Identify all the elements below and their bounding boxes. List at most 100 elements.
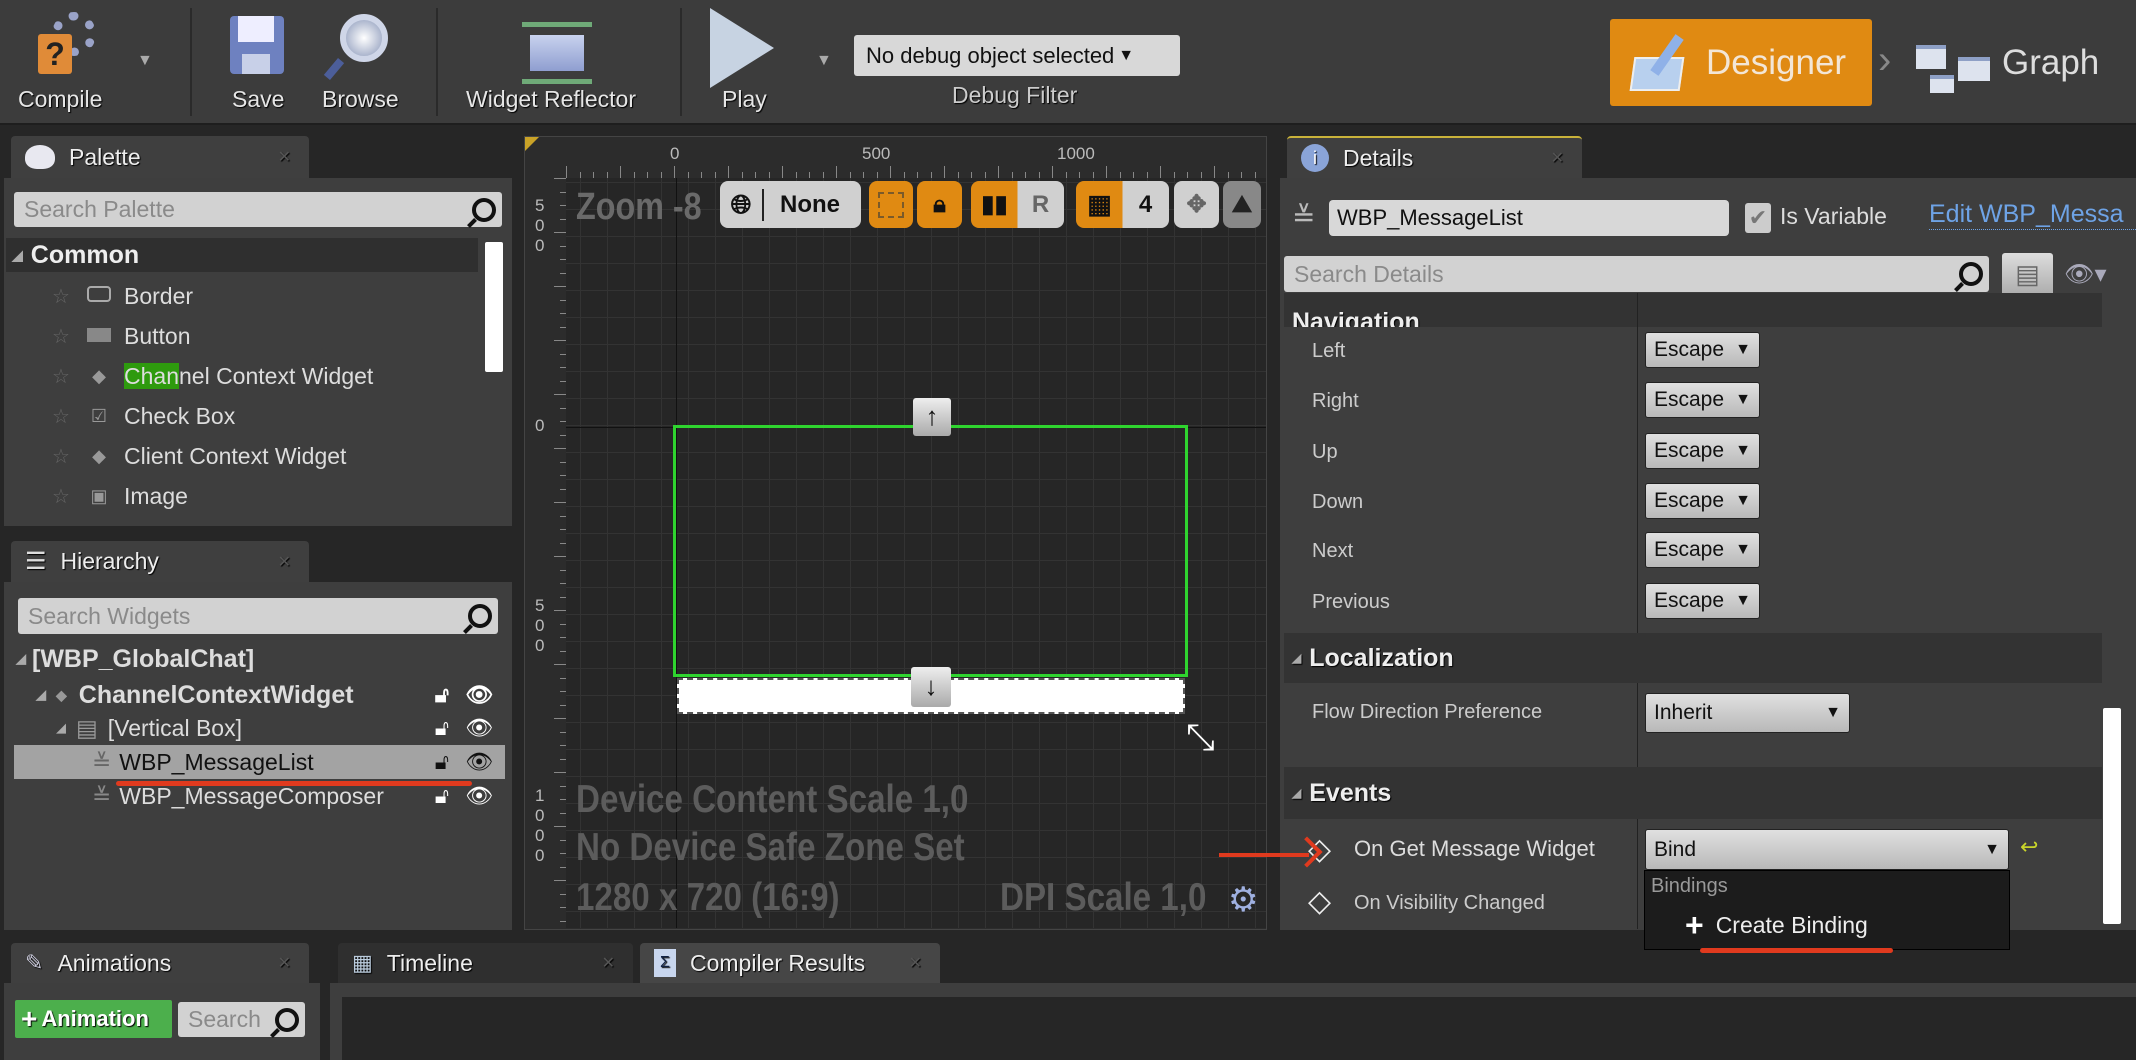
- palette-item-image[interactable]: ☆ ▣ Image: [52, 478, 188, 514]
- ruler-tick: [560, 299, 566, 301]
- add-animation-button[interactable]: + Animation: [15, 1000, 172, 1038]
- move-up-button[interactable]: ↑: [913, 398, 951, 436]
- tab-compiler-results[interactable]: Σ Compiler Results ✕: [640, 943, 940, 983]
- section-events[interactable]: ◢ Events: [1284, 767, 2102, 819]
- ruler-tick: [863, 172, 864, 178]
- reset-to-default-icon[interactable]: ↩: [2020, 834, 2038, 860]
- visibility-eye-icon[interactable]: 👁︎: [465, 715, 493, 741]
- favorite-star-icon[interactable]: ☆: [52, 404, 74, 429]
- visibility-eye-icon[interactable]: 👁︎: [465, 783, 493, 809]
- unlock-icon[interactable]: 🔓︎: [435, 715, 449, 741]
- nav-up-dropdown[interactable]: Escape ▼: [1645, 433, 1760, 469]
- favorite-star-icon[interactable]: ☆: [52, 364, 74, 389]
- unlock-icon[interactable]: 🔓︎: [435, 749, 449, 775]
- favorite-star-icon[interactable]: ☆: [52, 484, 74, 509]
- save-icon: [230, 16, 284, 74]
- unlock-icon[interactable]: 🔓︎: [435, 783, 449, 809]
- tab-timeline[interactable]: ▦ Timeline ✕: [338, 943, 633, 983]
- chevron-down-icon: ▼: [1118, 46, 1135, 64]
- designer-mode-button[interactable]: Designer: [1610, 19, 1872, 106]
- section-navigation[interactable]: Navigation: [1284, 293, 2102, 327]
- category-common[interactable]: ◢ Common: [6, 238, 478, 272]
- palette-scrollbar[interactable]: [485, 242, 503, 372]
- widget-name-input[interactable]: WBP_MessageList: [1329, 200, 1729, 236]
- ruler-tick: [560, 704, 566, 706]
- create-binding-menu-item[interactable]: + Create Binding: [1685, 907, 1868, 944]
- ruler-label: 500: [862, 144, 891, 163]
- column-divider[interactable]: [1637, 293, 1638, 929]
- palette-item-channel-context-widget[interactable]: ☆ ◆ Channel Context Widget: [52, 358, 373, 394]
- palette-item-client-context-widget[interactable]: ☆ ◆ Client Context Widget: [52, 438, 346, 474]
- favorite-star-icon[interactable]: ☆: [52, 284, 74, 309]
- nav-next-dropdown[interactable]: Escape ▼: [1645, 532, 1760, 568]
- move-down-button[interactable]: ↓: [911, 667, 951, 707]
- favorite-star-icon[interactable]: ☆: [52, 444, 74, 469]
- widget-search-input[interactable]: Search Widgets: [18, 598, 498, 634]
- unlock-icon[interactable]: 🔓︎: [435, 682, 449, 708]
- nav-down-dropdown[interactable]: Escape ▼: [1645, 483, 1760, 519]
- nav-right-dropdown[interactable]: Escape ▼: [1645, 382, 1760, 418]
- ruler-tick: [593, 172, 594, 178]
- palette-item-button[interactable]: ☆ Button: [52, 318, 191, 354]
- resize-arrow-icon[interactable]: ⤡: [1186, 716, 1215, 759]
- ruler-tick: [876, 172, 878, 178]
- tab-animations[interactable]: ✎ Animations ✕: [11, 943, 309, 983]
- ruler-tick: [560, 569, 566, 571]
- selected-widget-outline[interactable]: [673, 425, 1188, 677]
- lock-toggle[interactable]: 🔒︎: [917, 181, 962, 228]
- grid-snap-button[interactable]: ▦ 4: [1076, 181, 1169, 228]
- tab-palette[interactable]: Palette ✕: [11, 136, 309, 178]
- browse-button[interactable]: Browse: [318, 8, 408, 118]
- widget-reflector-button[interactable]: Widget Reflector: [464, 8, 654, 118]
- close-tab-icon[interactable]: ✕: [602, 953, 615, 973]
- localization-preview-button[interactable]: 🌐︎ None: [720, 181, 861, 228]
- edit-widget-link[interactable]: Edit WBP_Messa: [1929, 200, 2136, 230]
- expand-triangle-icon: ◢: [16, 651, 26, 666]
- tree-row-wbp-messagecomposer[interactable]: ≚ WBP_MessageComposer 🔓︎ 👁︎: [14, 779, 505, 813]
- flow-direction-dropdown[interactable]: Inherit ▼: [1645, 693, 1850, 733]
- checkbox-icon: ☑: [90, 405, 108, 426]
- ruler-tick: [836, 166, 837, 178]
- close-tab-icon[interactable]: ✕: [278, 147, 291, 167]
- zoom-to-fit-button[interactable]: ✥: [1174, 181, 1219, 228]
- visibility-eye-icon[interactable]: 👁︎: [465, 682, 493, 708]
- tab-hierarchy[interactable]: ☰ Hierarchy ✕: [11, 541, 309, 582]
- animation-search-input[interactable]: Search: [178, 1002, 305, 1037]
- tab-details[interactable]: i Details ✕: [1287, 136, 1582, 178]
- view-options-grid-button[interactable]: ▤: [2002, 253, 2053, 297]
- ruler-label: 500: [535, 596, 545, 655]
- compile-button[interactable]: ? Compile: [14, 8, 114, 118]
- play-options-chevron-icon[interactable]: ▼: [816, 52, 832, 70]
- palette-search-input[interactable]: Search Palette: [14, 192, 502, 227]
- is-variable-checkbox[interactable]: ✔: [1745, 203, 1771, 233]
- background-image-button[interactable]: ⛰︎: [1223, 181, 1261, 228]
- close-tab-icon[interactable]: ✕: [278, 953, 291, 973]
- close-tab-icon[interactable]: ✕: [278, 552, 291, 572]
- ruler-tick: [1173, 172, 1175, 178]
- tree-row-channel-context-widget[interactable]: ◢ ◆ ChannelContextWidget 🔓︎ 👁︎: [14, 678, 505, 712]
- palette-item-border[interactable]: ☆ Border: [52, 278, 193, 314]
- play-button[interactable]: Play: [700, 8, 790, 118]
- visibility-filter-eye-icon[interactable]: 👁︎▾: [2064, 260, 2107, 289]
- tree-row-wbp-messagelist[interactable]: ≚ WBP_MessageList 🔓︎ 👁︎: [14, 745, 505, 779]
- nav-left-dropdown[interactable]: Escape ▼: [1645, 332, 1760, 368]
- nav-previous-dropdown[interactable]: Escape ▼: [1645, 583, 1760, 619]
- save-button[interactable]: Save: [222, 8, 292, 118]
- bind-dropdown[interactable]: Bind ▼: [1645, 829, 2009, 870]
- tree-row-root[interactable]: ◢ [WBP_GlobalChat]: [14, 642, 505, 676]
- palette-item-check-box[interactable]: ☆ ☑ Check Box: [52, 398, 235, 434]
- show-outline-toggle[interactable]: [869, 181, 913, 228]
- close-tab-icon[interactable]: ✕: [1551, 148, 1564, 168]
- favorite-star-icon[interactable]: ☆: [52, 324, 74, 349]
- respect-locks-toggle[interactable]: ▮▮ R: [971, 181, 1064, 228]
- compile-options-chevron-icon[interactable]: ▼: [137, 52, 153, 70]
- details-search-input[interactable]: Search Details: [1284, 256, 1989, 292]
- visibility-eye-icon[interactable]: 👁︎: [465, 749, 493, 775]
- dpi-settings-gear-icon[interactable]: ⚙︎: [1228, 880, 1258, 920]
- section-localization[interactable]: ◢ Localization: [1284, 633, 2102, 683]
- details-scrollbar[interactable]: [2103, 708, 2121, 924]
- close-tab-icon[interactable]: ✕: [909, 953, 922, 973]
- tree-row-vertical-box[interactable]: ◢ ▤ [Vertical Box] 🔓︎ 👁︎: [14, 711, 505, 745]
- debug-object-dropdown[interactable]: No debug object selected ▼: [854, 35, 1180, 76]
- graph-mode-button[interactable]: Graph: [1912, 19, 2112, 106]
